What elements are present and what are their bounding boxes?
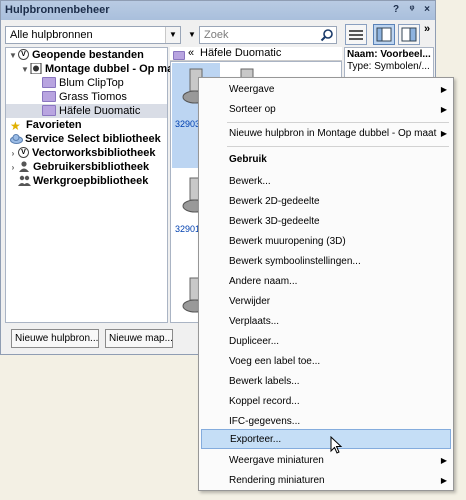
- thumbnail-view-button[interactable]: [373, 24, 395, 45]
- split-view-button[interactable]: [398, 24, 420, 45]
- tree-item-montage-dubbel[interactable]: ▼ Montage dubbel - Op maat: [20, 62, 183, 76]
- resource-name: Naam: Voorbeel...: [347, 49, 431, 60]
- chevron-down-icon[interactable]: ▼: [20, 63, 30, 77]
- list-view-button[interactable]: [345, 24, 367, 45]
- vectorworks-library-icon: V: [18, 146, 29, 158]
- chevron-down-icon[interactable]: ▼: [165, 27, 180, 43]
- tree-item-service-select[interactable]: Service Select bibliotheek: [10, 132, 161, 146]
- split-view-icon: [401, 27, 417, 42]
- title-bar[interactable]: Hulpbronnenbeheer ? ᵠ ×: [1, 1, 435, 20]
- menu-item-edit-2d[interactable]: Bewerk 2D-gedeelte: [201, 192, 451, 212]
- group-icon: [18, 175, 31, 186]
- help-button[interactable]: ?: [389, 3, 403, 17]
- menu-item-duplicate[interactable]: Dupliceer...: [201, 332, 451, 352]
- tree-item-workgroup-library[interactable]: Werkgroepbibliotheek: [8, 174, 148, 188]
- tree-item-grass-tiomos[interactable]: Grass Tiomos: [42, 90, 127, 104]
- menu-item-thumbnail-view[interactable]: Weergave miniaturen ▶: [201, 451, 451, 471]
- menu-item-move[interactable]: Verplaats...: [201, 312, 451, 332]
- context-menu: Weergave ▶ Sorteer op ▶ Nieuwe hulpbron in…: [198, 77, 454, 491]
- menu-item-edit-wall-hole[interactable]: Bewerk muuropening (3D): [201, 232, 451, 252]
- menu-separator: [227, 146, 449, 147]
- submenu-arrow-icon: ▶: [440, 129, 447, 138]
- panel-view-icon: [376, 27, 392, 42]
- thumbnail-label: 32903: [175, 119, 201, 129]
- tree-item-open-files[interactable]: ▼ V Geopende bestanden: [8, 48, 144, 62]
- menu-section-header: Gebruik: [229, 154, 267, 165]
- submenu-arrow-icon: ▶: [440, 105, 447, 114]
- menu-item-add-tag[interactable]: Voeg een label toe...: [201, 352, 451, 372]
- resource-filter-select[interactable]: Alle hulpbronnen ▼: [5, 26, 181, 44]
- user-icon: [18, 160, 30, 172]
- menu-item-thumbnail-rendering[interactable]: Rendering miniaturen ▶: [201, 471, 451, 491]
- search-options-chevron-icon[interactable]: ▼: [186, 26, 198, 44]
- chevron-right-icon[interactable]: ›: [8, 147, 18, 161]
- resource-type: Type: Symbolen/...: [347, 61, 430, 72]
- overflow-icon[interactable]: »: [424, 23, 430, 35]
- vectorworks-file-icon: V: [18, 48, 29, 60]
- window-title: Hulpbronnenbeheer: [5, 4, 110, 16]
- star-icon: ★: [10, 118, 21, 133]
- folder-icon: [173, 50, 185, 60]
- mouse-pointer-icon: [330, 436, 343, 454]
- back-button[interactable]: «: [188, 47, 194, 59]
- chevron-right-icon[interactable]: ›: [8, 161, 18, 175]
- menu-item-edit-symbol-options[interactable]: Bewerk symboolinstellingen...: [201, 252, 451, 272]
- search-field[interactable]: Zoek: [199, 26, 337, 44]
- menu-item-edit-tags[interactable]: Bewerk labels...: [201, 372, 451, 392]
- resource-filter-value: Alle hulpbronnen: [10, 29, 93, 41]
- menu-item-delete[interactable]: Verwijder: [201, 292, 451, 312]
- submenu-arrow-icon: ▶: [440, 476, 447, 485]
- submenu-arrow-icon: ▶: [440, 456, 447, 465]
- new-resource-button[interactable]: Nieuwe hulpbron...: [11, 329, 99, 348]
- tree-item-favorites[interactable]: ★ Favorieten: [10, 118, 82, 133]
- tree-item-hafele-duomatic[interactable]: Häfele Duomatic: [6, 104, 167, 118]
- chevron-down-icon[interactable]: ▼: [8, 49, 18, 63]
- menu-item-new-resource-in[interactable]: Nieuwe hulpbron in Montage dubbel - Op m…: [201, 124, 451, 144]
- new-folder-button[interactable]: Nieuwe map...: [105, 329, 173, 348]
- folder-icon: [42, 90, 56, 102]
- file-icon: [30, 62, 42, 75]
- menu-item-sort-by[interactable]: Sorteer op ▶: [201, 100, 451, 120]
- menu-item-view[interactable]: Weergave ▶: [201, 80, 451, 100]
- tree-item-user-library[interactable]: › Gebruikersbibliotheek: [8, 160, 149, 174]
- search-icon[interactable]: [320, 28, 334, 42]
- cloud-icon: [10, 133, 23, 144]
- menu-separator: [227, 122, 449, 123]
- menu-item-rename[interactable]: Andere naam...: [201, 272, 451, 292]
- search-placeholder: Zoek: [204, 29, 229, 41]
- pin-button[interactable]: ᵠ: [405, 3, 419, 17]
- menu-item-edit-3d[interactable]: Bewerk 3D-gedeelte: [201, 212, 451, 232]
- close-button[interactable]: ×: [420, 3, 434, 17]
- library-tree: ▼ V Geopende bestanden ▼ Montage dubbel - O…: [5, 47, 183, 323]
- list-view-icon: [349, 30, 363, 40]
- tree-item-vectorworks-library[interactable]: › V Vectorworksbibliotheek: [8, 146, 155, 160]
- submenu-arrow-icon: ▶: [440, 85, 447, 94]
- thumbnail-label: 32901: [175, 224, 201, 234]
- folder-icon: [42, 76, 56, 88]
- folder-path-bar: « Häfele Duomatic: [170, 47, 342, 61]
- folder-icon: [42, 104, 56, 116]
- menu-item-attach-record[interactable]: Koppel record...: [201, 392, 451, 412]
- folder-path: Häfele Duomatic: [200, 47, 282, 59]
- menu-item-edit[interactable]: Bewerk...: [201, 172, 451, 192]
- tree-item-blum-cliptop[interactable]: Blum ClipTop: [42, 76, 124, 90]
- menu-item-export[interactable]: Exporteer...: [201, 429, 451, 449]
